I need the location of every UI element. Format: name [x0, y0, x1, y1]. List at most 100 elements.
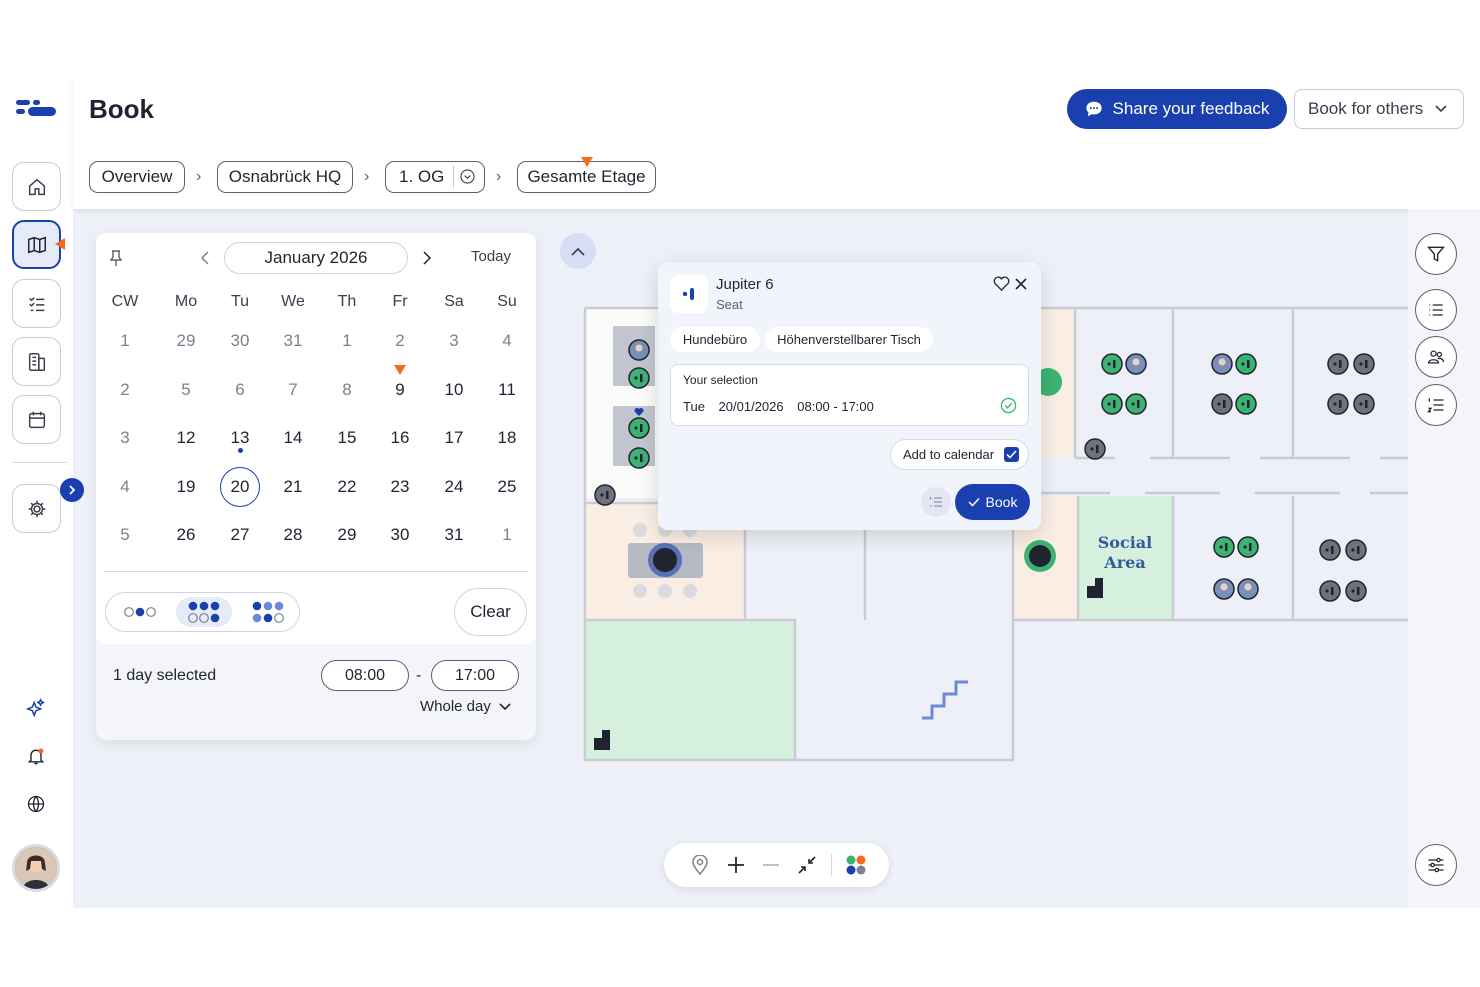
calendar-day[interactable]: 19: [166, 467, 206, 507]
available-seat-marker[interactable]: [628, 367, 650, 389]
user-avatar[interactable]: [12, 844, 60, 892]
available-seat-marker[interactable]: [1235, 393, 1257, 415]
multi-day-mode-button[interactable]: [176, 597, 232, 627]
start-time-field[interactable]: 08:00: [321, 660, 409, 691]
book-for-others-select[interactable]: Book for others: [1294, 89, 1464, 129]
calendar-day[interactable]: 4: [487, 321, 527, 361]
clear-button[interactable]: Clear: [454, 588, 527, 636]
calendar-day[interactable]: 8: [327, 370, 367, 410]
rail-expand-button[interactable]: [60, 478, 84, 502]
available-seat-marker[interactable]: [1125, 393, 1147, 415]
occupied-seat-marker[interactable]: [1211, 353, 1233, 375]
unavailable-seat-marker[interactable]: [1327, 353, 1349, 375]
collapse-panel-button[interactable]: [560, 233, 596, 269]
close-icon[interactable]: [1015, 278, 1027, 290]
booking-list-button[interactable]: [921, 487, 951, 517]
calendar-day[interactable]: 30: [380, 515, 420, 555]
unavailable-seat-marker[interactable]: [1327, 393, 1349, 415]
available-seat-marker[interactable]: [1235, 353, 1257, 375]
available-seat-marker[interactable]: [1237, 536, 1259, 558]
calendar-day[interactable]: 2: [380, 321, 420, 361]
calendar-day[interactable]: 5: [166, 370, 206, 410]
book-button[interactable]: Book: [955, 484, 1030, 520]
zoom-in-button[interactable]: [724, 853, 748, 877]
unavailable-seat-marker[interactable]: [1319, 580, 1341, 602]
calendar-day[interactable]: 17: [434, 418, 474, 458]
breadcrumb-floor-select[interactable]: 1. OG: [385, 161, 485, 193]
nav-home-button[interactable]: [12, 162, 61, 211]
calendar-day[interactable]: 31: [273, 321, 313, 361]
unavailable-seat-marker[interactable]: [594, 484, 616, 506]
nav-settings-button[interactable]: [12, 484, 61, 533]
zoom-out-button[interactable]: [759, 853, 783, 877]
favorite-heart-icon[interactable]: [993, 276, 1010, 291]
available-seat-marker[interactable]: [1101, 393, 1123, 415]
calendar-day[interactable]: 9: [380, 370, 420, 410]
nav-buildings-button[interactable]: [12, 337, 61, 386]
available-seat-marker[interactable]: [628, 447, 650, 469]
whats-new-button[interactable]: [24, 696, 48, 720]
language-button[interactable]: [24, 792, 48, 816]
calendar-day[interactable]: 30: [220, 321, 260, 361]
previous-month-icon[interactable]: [200, 251, 210, 265]
calendar-day[interactable]: 23: [380, 467, 420, 507]
colleagues-button[interactable]: [1415, 336, 1457, 378]
legend-button[interactable]: [844, 853, 868, 877]
calendar-day[interactable]: 28: [273, 515, 313, 555]
range-mode-button[interactable]: [240, 597, 296, 627]
nav-calendar-button[interactable]: [12, 395, 61, 444]
breadcrumb-overview[interactable]: Overview: [89, 161, 185, 193]
calendar-day[interactable]: 22: [327, 467, 367, 507]
calendar-day[interactable]: 26: [166, 515, 206, 555]
calendar-day[interactable]: 3: [434, 321, 474, 361]
calendar-day[interactable]: 24: [434, 467, 474, 507]
calendar-day[interactable]: 7: [273, 370, 313, 410]
unavailable-seat-marker[interactable]: [1353, 393, 1375, 415]
calendar-day[interactable]: 18: [487, 418, 527, 458]
filter-button[interactable]: [1415, 233, 1457, 275]
unavailable-seat-marker[interactable]: [1084, 438, 1106, 460]
unavailable-seat-marker[interactable]: [1345, 539, 1367, 561]
today-button[interactable]: Today: [471, 248, 511, 265]
occupied-seat-marker[interactable]: [1237, 578, 1259, 600]
nav-map-button[interactable]: [12, 220, 61, 269]
notifications-button[interactable]: [24, 744, 48, 768]
list-view-button[interactable]: [1415, 289, 1457, 331]
calendar-day[interactable]: 29: [327, 515, 367, 555]
calendar-day[interactable]: 1: [487, 515, 527, 555]
calendar-day[interactable]: 12: [166, 418, 206, 458]
unavailable-seat-marker[interactable]: [1353, 353, 1375, 375]
calendar-day[interactable]: 1: [327, 321, 367, 361]
available-seat-marker[interactable]: [1213, 536, 1235, 558]
calendar-day[interactable]: 25: [487, 467, 527, 507]
calendar-day[interactable]: 29: [166, 321, 206, 361]
add-to-calendar-checkbox[interactable]: [1004, 447, 1020, 462]
locate-button[interactable]: [688, 853, 712, 877]
breadcrumb-location[interactable]: Osnabrück HQ: [217, 161, 353, 193]
add-to-calendar-toggle[interactable]: Add to calendar: [890, 439, 1029, 470]
single-day-mode-button[interactable]: [112, 597, 168, 627]
next-month-icon[interactable]: [422, 251, 432, 265]
calendar-day[interactable]: 21: [273, 467, 313, 507]
calendar-day[interactable]: 16: [380, 418, 420, 458]
occupied-seat-marker[interactable]: [1213, 578, 1235, 600]
share-feedback-button[interactable]: Share your feedback: [1067, 89, 1287, 129]
end-time-field[interactable]: 17:00: [431, 660, 519, 691]
calendar-day[interactable]: 27: [220, 515, 260, 555]
unavailable-seat-marker[interactable]: [1319, 539, 1341, 561]
nav-bookings-button[interactable]: [12, 279, 61, 328]
calendar-day[interactable]: 15: [327, 418, 367, 458]
occupied-seat-marker[interactable]: [628, 339, 650, 361]
unavailable-seat-marker[interactable]: [1345, 580, 1367, 602]
fit-view-button[interactable]: [795, 853, 819, 877]
available-seat-marker[interactable]: [1101, 353, 1123, 375]
occupied-seat-marker[interactable]: [1125, 353, 1147, 375]
pin-icon[interactable]: [108, 249, 124, 267]
calendar-day[interactable]: 6: [220, 370, 260, 410]
unavailable-seat-marker[interactable]: [1211, 393, 1233, 415]
available-seat-marker[interactable]: [628, 417, 650, 439]
green-room[interactable]: [585, 620, 795, 760]
calendar-day[interactable]: 10: [434, 370, 474, 410]
calendar-day[interactable]: 31: [434, 515, 474, 555]
calendar-day[interactable]: 20: [220, 466, 260, 507]
